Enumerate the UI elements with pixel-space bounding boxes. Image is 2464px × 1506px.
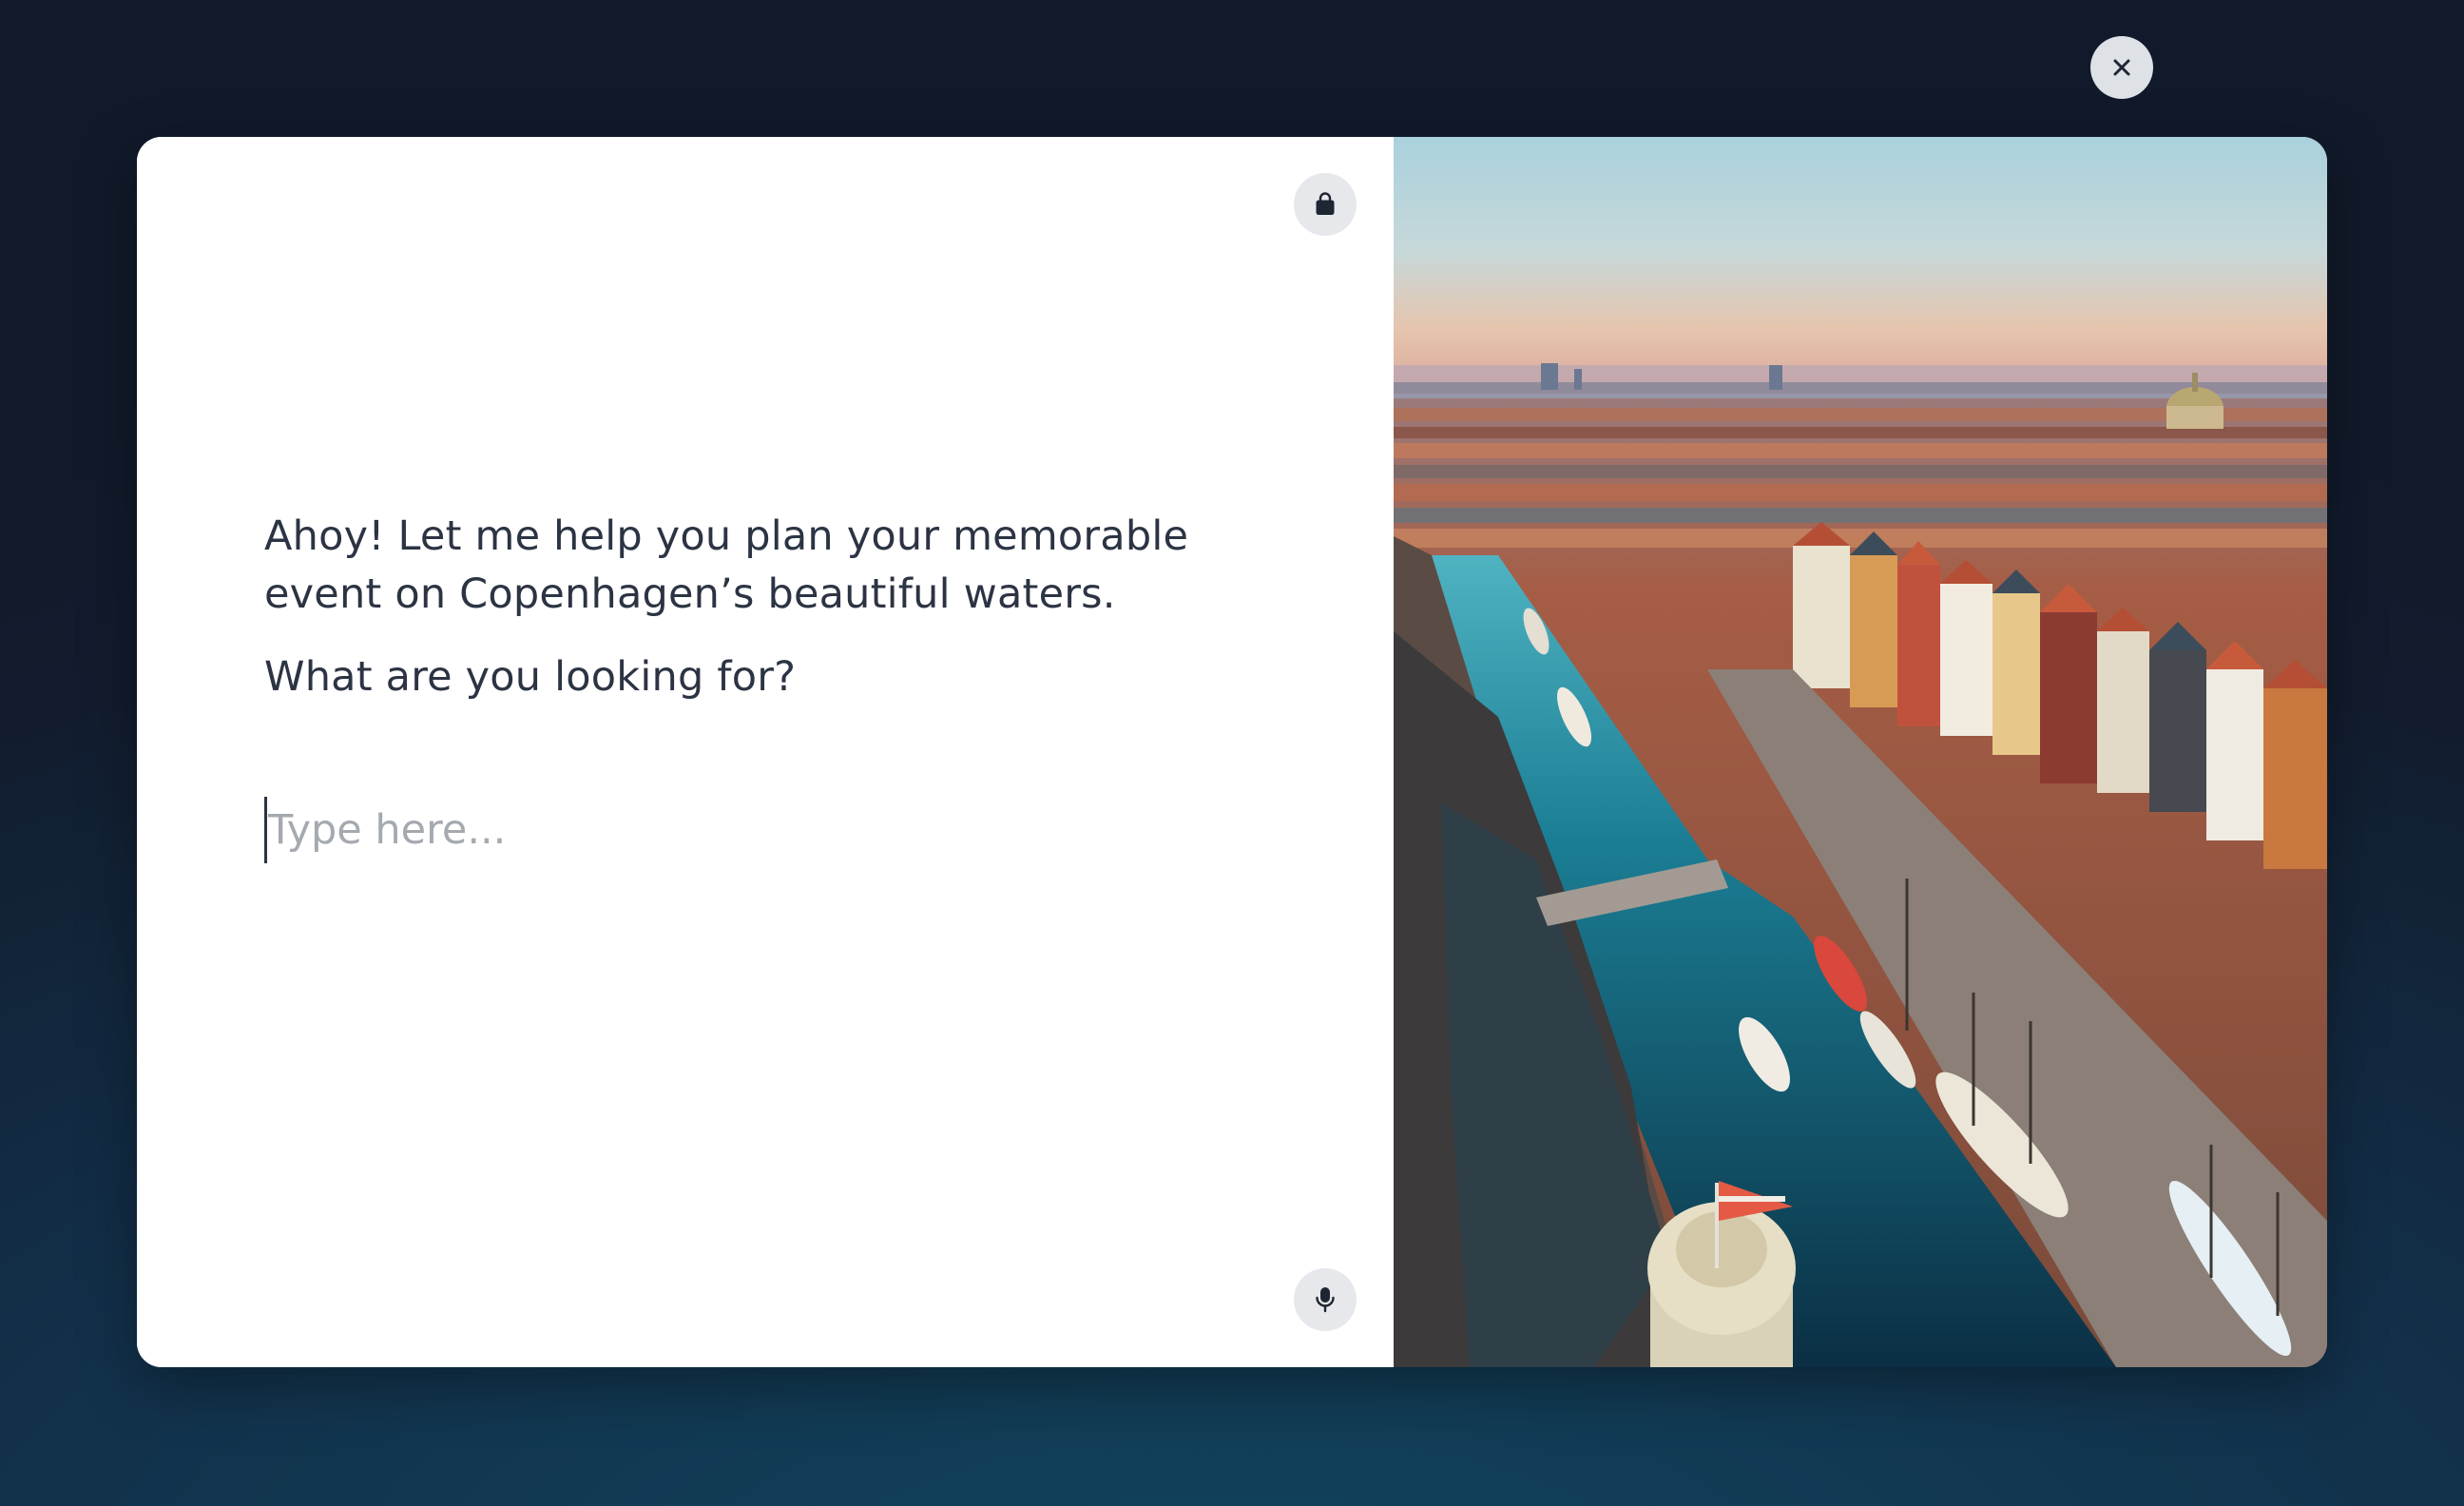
question-text: What are you looking for? — [264, 653, 797, 701]
close-icon — [2113, 59, 2130, 76]
close-button[interactable] — [2090, 36, 2153, 99]
chat-panel: Ahoy! Let me help you plan your memorabl… — [137, 137, 1394, 1367]
chat-input[interactable] — [268, 797, 1266, 863]
assistant-message: Ahoy! Let me help you plan your memorabl… — [264, 508, 1272, 706]
greeting-text: Ahoy! Let me help you plan your memorabl… — [264, 512, 1189, 618]
microphone-button[interactable] — [1294, 1268, 1357, 1331]
text-caret — [264, 797, 267, 863]
shopping-bag-icon — [1316, 192, 1335, 215]
bag-button[interactable] — [1294, 173, 1357, 236]
copenhagen-harbor-photo — [1394, 137, 2327, 1367]
chat-modal: Ahoy! Let me help you plan your memorabl… — [137, 137, 2327, 1367]
microphone-icon — [1316, 1287, 1335, 1313]
harbor-illustration — [1394, 137, 2327, 1367]
chat-input-area — [264, 797, 1272, 867]
